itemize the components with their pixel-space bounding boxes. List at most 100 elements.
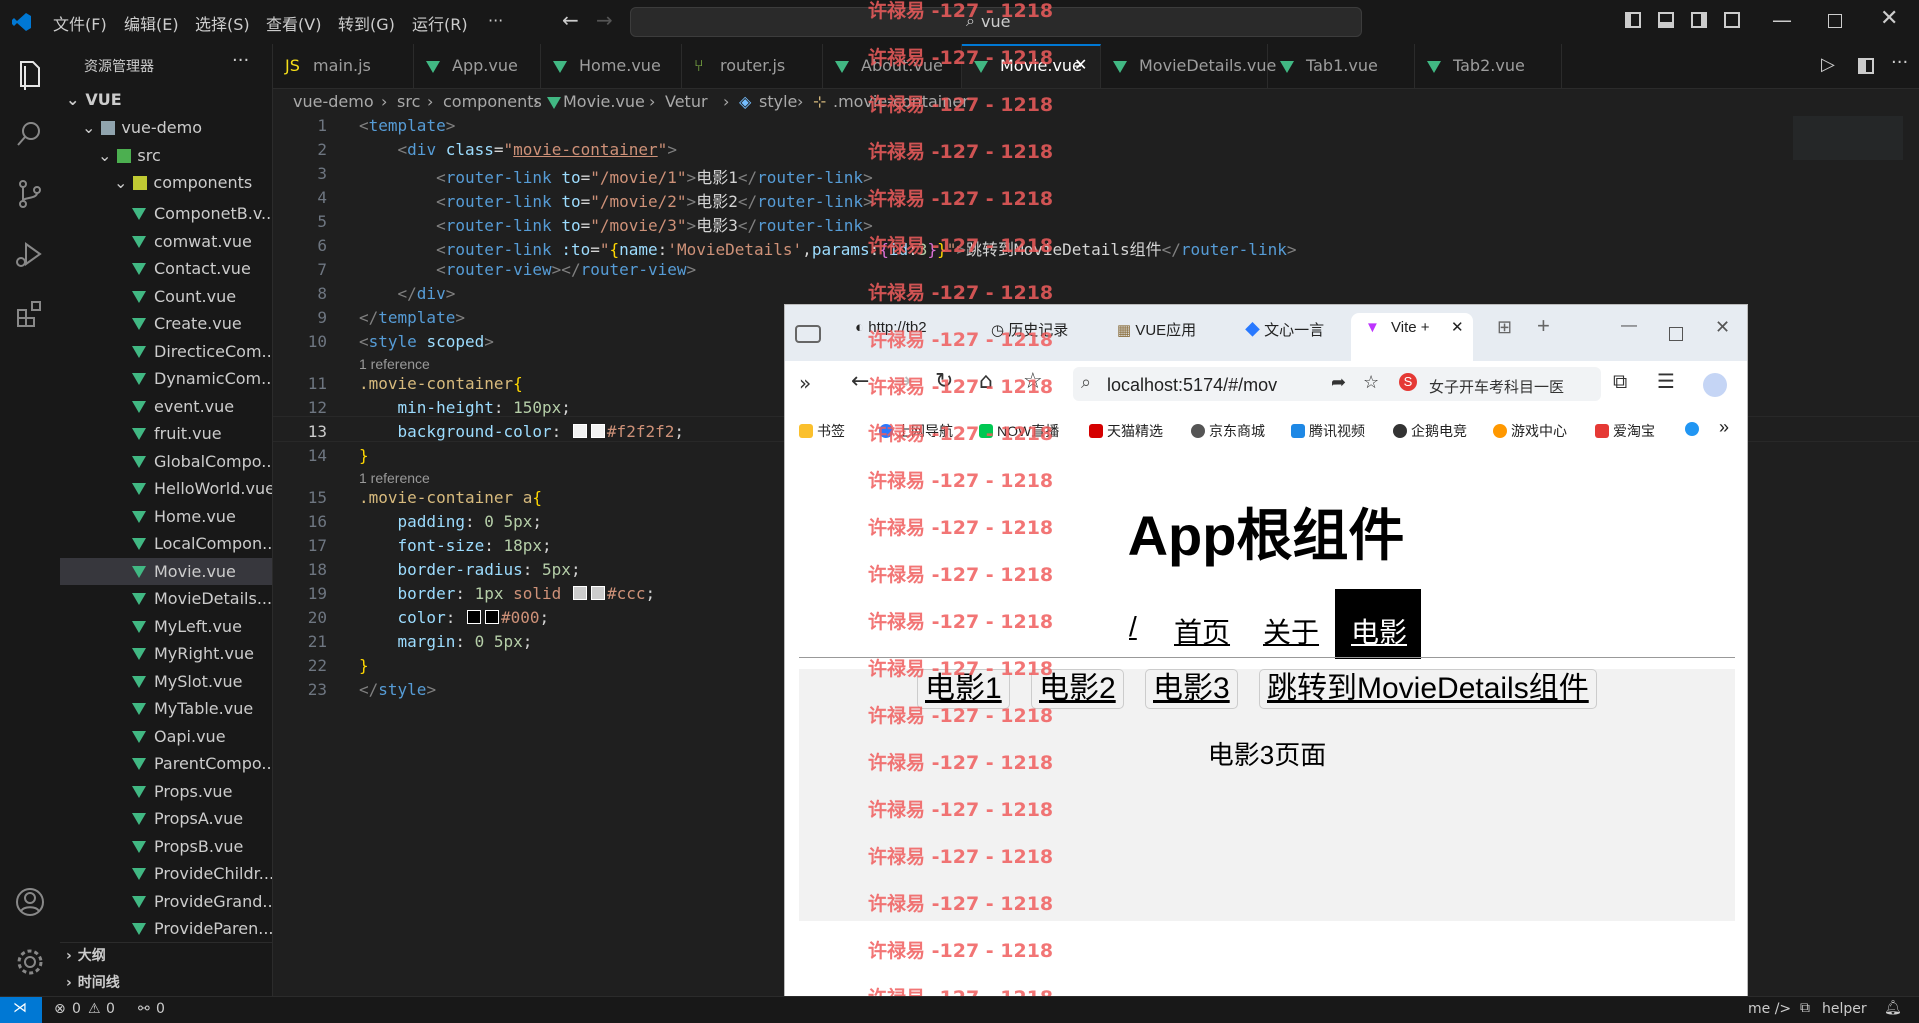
maximize-icon[interactable] — [1669, 327, 1683, 341]
breadcrumb-item[interactable]: Vetur — [665, 92, 708, 111]
browser-tab[interactable]: ◆ 文心一言 — [1245, 319, 1324, 340]
tab-home-vue[interactable]: Home.vue — [541, 44, 682, 88]
file-item[interactable]: MyRight.vue — [60, 640, 272, 667]
active-browser-tab[interactable]: ▼ Vite + ✕ — [1351, 313, 1473, 361]
color-swatch[interactable] — [572, 424, 587, 438]
menu-more[interactable]: ··· — [488, 11, 503, 30]
extensions-icon[interactable] — [12, 296, 48, 332]
menu-edit[interactable]: 编辑(E) — [124, 11, 179, 35]
file-item[interactable]: ParentCompo... — [60, 750, 272, 777]
maximize-icon[interactable] — [1828, 14, 1842, 28]
bookmark-item[interactable]: 腾讯视频 — [1291, 421, 1365, 441]
menu-go[interactable]: 转到(G) — [338, 11, 395, 35]
file-item[interactable]: MyTable.vue — [60, 695, 272, 722]
file-item[interactable]: LocalCompon... — [60, 530, 272, 557]
menu-icon[interactable]: ☰ — [1657, 369, 1675, 393]
codelens-reference[interactable]: 1 reference — [359, 356, 430, 372]
tab-view-icon[interactable] — [795, 325, 821, 343]
codelens-reference[interactable]: 1 reference — [359, 470, 430, 486]
new-tab-icon[interactable]: + — [1537, 313, 1550, 339]
bookmark-item[interactable]: 企鹅电竞 — [1393, 421, 1467, 441]
file-item[interactable]: MovieDetails.... — [60, 585, 272, 612]
tab-app-vue[interactable]: App.vue — [414, 44, 541, 88]
bookmark-item[interactable]: 天猫精选 — [1089, 421, 1163, 441]
close-tab-icon[interactable]: ✕ — [1074, 55, 1087, 74]
timeline-section[interactable]: › 时间线 — [60, 970, 272, 997]
menu-view[interactable]: 查看(V) — [266, 11, 321, 35]
search-icon[interactable] — [12, 116, 48, 152]
outline-section[interactable]: › 大纲 — [60, 943, 272, 970]
breadcrumb-item[interactable]: components — [443, 92, 542, 111]
remote-indicator[interactable]: ⋊ — [0, 997, 42, 1023]
color-swatch[interactable] — [484, 610, 499, 624]
nav-link-about[interactable]: 关于 — [1263, 611, 1319, 651]
more-bookmarks-icon[interactable]: » — [1719, 417, 1729, 438]
tab-moviedetails-vue[interactable]: MovieDetails.vue — [1101, 44, 1276, 88]
minimap[interactable] — [1793, 116, 1903, 160]
file-item[interactable]: Props.vue — [60, 778, 272, 805]
tab-tab1-vue[interactable]: Tab1.vue — [1268, 44, 1415, 88]
nav-link-movie[interactable]: 电影 — [1351, 611, 1407, 651]
color-swatch[interactable] — [590, 586, 605, 600]
address-bar[interactable]: ⌕ localhost:5174/#/mov ➦ ☆ S 女子开车考科目一医 — [1073, 367, 1601, 401]
browser-tab[interactable]: ▦ VUE应用 — [1117, 319, 1196, 340]
tab-tab2-vue[interactable]: Tab2.vue — [1415, 44, 1562, 88]
split-editor-icon[interactable] — [1858, 58, 1874, 74]
minimize-icon[interactable]: — — [1621, 317, 1637, 335]
file-item[interactable]: Contact.vue — [60, 255, 272, 282]
sogou-search-icon[interactable]: S — [1399, 373, 1417, 391]
ports-count[interactable]: 0 — [156, 1001, 165, 1017]
avatar[interactable] — [1703, 373, 1727, 397]
menu-selection[interactable]: 选择(S) — [195, 11, 250, 35]
movie-details-link[interactable]: 跳转到MovieDetails组件 — [1259, 669, 1597, 709]
color-swatch[interactable] — [572, 586, 587, 600]
breadcrumb-item[interactable]: src — [397, 92, 420, 111]
file-item[interactable]: event.vue — [60, 393, 272, 420]
errors-count[interactable]: 0 — [72, 1001, 81, 1017]
file-item[interactable]: GlobalCompo... — [60, 448, 272, 475]
run-debug-icon[interactable] — [12, 236, 48, 272]
minimize-icon[interactable]: — — [1772, 8, 1792, 32]
tree-root[interactable]: ⌄ VUE — [60, 90, 272, 117]
file-item[interactable]: Count.vue — [60, 283, 272, 310]
back-arrow-icon[interactable]: ← — [851, 369, 869, 394]
tree-folder-src[interactable]: ⌄ src — [60, 146, 272, 173]
file-item[interactable]: DynamicCom... — [60, 365, 272, 392]
forward-arrow-icon[interactable]: → — [596, 8, 613, 32]
breadcrumb-item[interactable]: style — [759, 92, 797, 111]
nav-link-home[interactable]: 首页 — [1174, 611, 1230, 651]
file-item[interactable]: Create.vue — [60, 310, 272, 337]
color-swatch[interactable] — [590, 424, 605, 438]
file-item[interactable]: comwat.vue — [60, 228, 272, 255]
file-item[interactable]: fruit.vue — [60, 420, 272, 447]
toggle-sidebar-icon[interactable] — [1625, 12, 1641, 28]
nav-link-root[interactable]: / — [1129, 611, 1137, 643]
extensions-icon[interactable]: ⧉ — [1613, 369, 1627, 393]
explorer-icon[interactable] — [12, 56, 48, 92]
file-item[interactable]: Oapi.vue — [60, 723, 272, 750]
menu-run[interactable]: 运行(R) — [412, 11, 468, 35]
tab-router-js[interactable]: ⑂ router.js — [682, 44, 823, 88]
warnings-count[interactable]: 0 — [106, 1001, 115, 1017]
gear-icon[interactable] — [12, 944, 48, 980]
status-item[interactable]: me /> — [1748, 1001, 1791, 1017]
file-item[interactable]: HelloWorld.vue — [60, 475, 272, 502]
tab-groups-icon[interactable]: ⊞ — [1497, 317, 1512, 338]
toggle-panel-icon[interactable] — [1658, 12, 1674, 28]
tab-main-js[interactable]: JS main.js — [273, 44, 414, 88]
bookmark-item[interactable]: 爱淘宝 — [1595, 421, 1655, 441]
favorite-icon[interactable]: ☆ — [1363, 372, 1379, 393]
bookmark-item[interactable]: 书签 — [799, 421, 845, 441]
menu-file[interactable]: 文件(F) — [53, 11, 107, 35]
sidebar-toggle-icon[interactable]: » — [799, 371, 811, 395]
tree-folder-vue-demo[interactable]: ⌄ vue-demo — [60, 118, 272, 145]
file-item[interactable]: ProvideParen... — [60, 915, 272, 942]
file-item[interactable]: PropsA.vue — [60, 805, 272, 832]
close-window-icon[interactable]: ✕ — [1715, 317, 1730, 338]
color-swatch[interactable] — [466, 610, 481, 624]
more-actions-icon[interactable]: ··· — [232, 50, 249, 71]
bookmark-item[interactable]: 京东商城 — [1191, 421, 1265, 441]
bookmark-item[interactable] — [1685, 421, 1703, 437]
file-item[interactable]: ProvideGrand... — [60, 888, 272, 915]
breadcrumb-item[interactable]: Movie.vue — [563, 92, 645, 111]
